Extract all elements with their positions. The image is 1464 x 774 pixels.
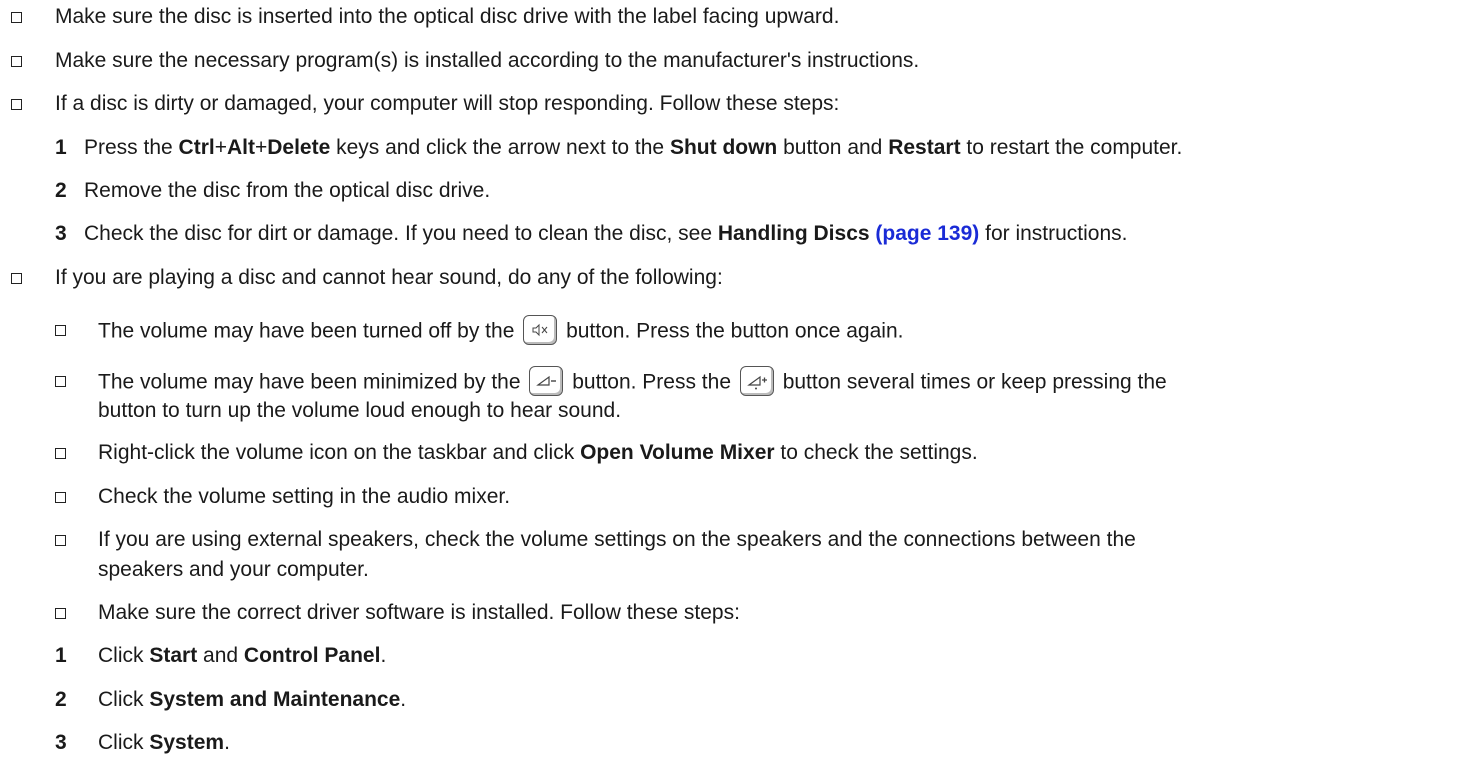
volume-up-key-icon <box>739 366 774 396</box>
checklist-item: Make sure the necessary program(s) is in… <box>55 49 920 72</box>
sub-checklist-item: If you are using external speakers, chec… <box>98 528 1136 551</box>
checkbox-icon <box>11 99 22 110</box>
checkbox-icon <box>55 325 66 336</box>
checklist-item: If you are playing a disc and cannot hea… <box>55 266 723 289</box>
volume-down-key-icon <box>529 366 564 396</box>
checklist-item: Make sure the disc is inserted into the … <box>55 5 840 28</box>
sub-checklist-item-continuation: speakers and your computer. <box>98 558 369 581</box>
sub-checklist-item-continuation: button to turn up the volume loud enough… <box>98 399 622 422</box>
step-text: Click Start and Control Panel. <box>98 644 387 667</box>
step-number: 1 <box>55 136 67 159</box>
step-text: Click System. <box>98 731 230 754</box>
step-number: 1 <box>55 644 67 667</box>
sub-checklist-item: The volume may have been minimized by th… <box>98 366 1167 398</box>
start-label: Start <box>149 644 198 667</box>
checkbox-icon <box>55 448 66 459</box>
step-number: 3 <box>55 222 67 245</box>
sub-checklist-item: Right-click the volume icon on the taskb… <box>98 441 978 464</box>
system-label: System <box>149 731 225 754</box>
key-ctrl: Ctrl <box>178 136 215 159</box>
mute-key-icon <box>523 315 558 345</box>
step-number: 2 <box>55 179 67 202</box>
open-volume-mixer-label: Open Volume Mixer <box>580 441 775 464</box>
step-number: 3 <box>55 731 67 754</box>
checkbox-icon <box>55 376 66 387</box>
sub-checklist-item: The volume may have been turned off by t… <box>98 315 903 347</box>
key-delete: Delete <box>267 136 331 159</box>
checkbox-icon <box>11 56 22 67</box>
checkbox-icon <box>11 12 22 23</box>
key-alt: Alt <box>226 136 255 159</box>
system-and-maintenance-label: System and Maintenance <box>149 688 401 711</box>
page-link[interactable]: (page 139) <box>875 222 979 245</box>
handling-discs-label: Handling Discs <box>717 222 870 245</box>
sub-checklist-item: Check the volume setting in the audio mi… <box>98 485 511 508</box>
step-text: Press the Ctrl+Alt+Delete keys and click… <box>84 136 1183 159</box>
sub-checklist-item: Make sure the correct driver software is… <box>98 601 740 624</box>
step-text: Click System and Maintenance. <box>98 688 407 711</box>
step-text: Remove the disc from the optical disc dr… <box>84 179 491 202</box>
step-number: 2 <box>55 688 67 711</box>
checkbox-icon <box>11 273 22 284</box>
shut-down-label: Shut down <box>669 136 778 159</box>
control-panel-label: Control Panel <box>243 644 381 667</box>
checklist-item: If a disc is dirty or damaged, your comp… <box>55 92 840 115</box>
checkbox-icon <box>55 535 66 546</box>
step-text: Check the disc for dirt or damage. If yo… <box>84 222 1128 245</box>
checkbox-icon <box>55 492 66 503</box>
restart-label: Restart <box>888 136 961 159</box>
checkbox-icon <box>55 608 66 619</box>
